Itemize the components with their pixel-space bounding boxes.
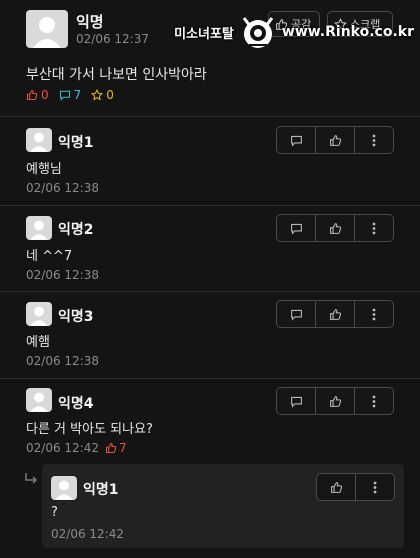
mascot-logo-icon <box>242 17 274 48</box>
post-stats: 0 7 0 <box>26 88 124 102</box>
user-silhouette-icon <box>30 392 48 412</box>
comment-avatar <box>26 216 52 240</box>
kebab-menu-icon <box>372 222 376 234</box>
speech-bubble-icon <box>59 90 70 101</box>
kebab-menu-icon <box>372 395 376 407</box>
user-silhouette-icon <box>33 17 61 48</box>
watermark-url: www.Rinko.co.kr <box>281 24 414 40</box>
comment-body: 다른 거 박아도 되나요? <box>26 422 153 437</box>
speech-bubble-icon <box>290 396 302 408</box>
user-silhouette-icon <box>30 220 48 240</box>
comment-date: 02/06 12:42 <box>26 441 99 455</box>
reply-button[interactable] <box>277 301 316 327</box>
speech-bubble-icon <box>290 309 302 321</box>
comment-author: 익명1 <box>58 135 94 151</box>
comment-author: 익명4 <box>58 396 94 412</box>
comment-actions <box>276 126 394 154</box>
reply-comment: 익명1 ? 02/06 12:42 <box>42 464 404 548</box>
reply-button[interactable] <box>277 127 316 153</box>
comment-date: 02/06 12:38 <box>26 181 99 195</box>
like-button[interactable] <box>316 301 355 327</box>
comment-divider <box>0 378 420 379</box>
comment-divider <box>0 205 420 206</box>
thumbs-up-icon <box>329 395 341 407</box>
comment-actions <box>276 387 394 415</box>
like-button[interactable] <box>316 215 355 241</box>
more-options-button[interactable] <box>356 474 394 500</box>
post-scrap-count: 0 <box>91 88 114 102</box>
post-like-count: 0 <box>26 88 49 102</box>
more-options-button[interactable] <box>355 215 393 241</box>
star-icon <box>91 89 104 101</box>
like-button[interactable] <box>317 474 356 500</box>
comment-avatar <box>26 128 52 152</box>
comment-avatar <box>26 388 52 412</box>
reply-button[interactable] <box>277 215 316 241</box>
comment-meta-row: 02/06 12:42 7 <box>26 441 127 455</box>
comment-actions <box>276 214 394 242</box>
post-comment-count: 7 <box>59 88 81 102</box>
speech-bubble-icon <box>290 135 302 147</box>
speech-bubble-icon <box>290 223 302 235</box>
thumbs-up-icon <box>330 481 342 493</box>
comment-avatar <box>26 302 52 326</box>
more-options-button[interactable] <box>355 127 393 153</box>
reply-button[interactable] <box>277 388 316 414</box>
comment-body: 예햄 <box>26 335 50 350</box>
thumbs-up-icon <box>329 222 341 234</box>
kebab-menu-icon <box>372 308 376 320</box>
reply-date: 02/06 12:42 <box>51 527 124 541</box>
post-divider <box>0 116 420 117</box>
reply-arrow-icon <box>25 473 37 484</box>
kebab-menu-icon <box>373 481 377 493</box>
like-button[interactable] <box>316 388 355 414</box>
thumbs-up-icon <box>105 442 117 454</box>
post-body: 부산대 가서 나보면 인사박아라 <box>26 67 207 83</box>
comment-like-count: 7 <box>105 441 127 455</box>
like-button[interactable] <box>316 127 355 153</box>
comment-author: 익명3 <box>58 309 94 325</box>
comment-divider <box>0 291 420 292</box>
user-silhouette-icon <box>30 306 48 326</box>
post-date: 02/06 12:37 <box>76 32 149 46</box>
comment-date: 02/06 12:38 <box>26 354 99 368</box>
post-author-name: 익명 <box>76 13 104 31</box>
reply-actions <box>316 473 395 501</box>
user-silhouette-icon <box>30 132 48 152</box>
comment-date: 02/06 12:38 <box>26 268 99 282</box>
comment-author: 익명2 <box>58 222 94 238</box>
comment-body: 예행님 <box>26 162 62 177</box>
watermark-text: 미소녀포탈 <box>174 26 234 42</box>
post-author-avatar <box>26 10 68 48</box>
thumbs-up-icon <box>329 308 341 320</box>
more-options-button[interactable] <box>355 301 393 327</box>
kebab-menu-icon <box>372 134 376 146</box>
more-options-button[interactable] <box>355 388 393 414</box>
thumbs-up-icon <box>26 89 38 101</box>
watermark: 미소녀포탈 www.Rinko.co.kr <box>174 12 414 52</box>
thumbs-up-icon <box>329 134 341 146</box>
reply-avatar <box>51 476 77 500</box>
reply-body: ? <box>51 505 58 520</box>
comment-body: 네 ^^7 <box>26 249 73 264</box>
reply-author: 익명1 <box>83 482 119 498</box>
comment-actions <box>276 300 394 328</box>
user-silhouette-icon <box>55 480 73 500</box>
